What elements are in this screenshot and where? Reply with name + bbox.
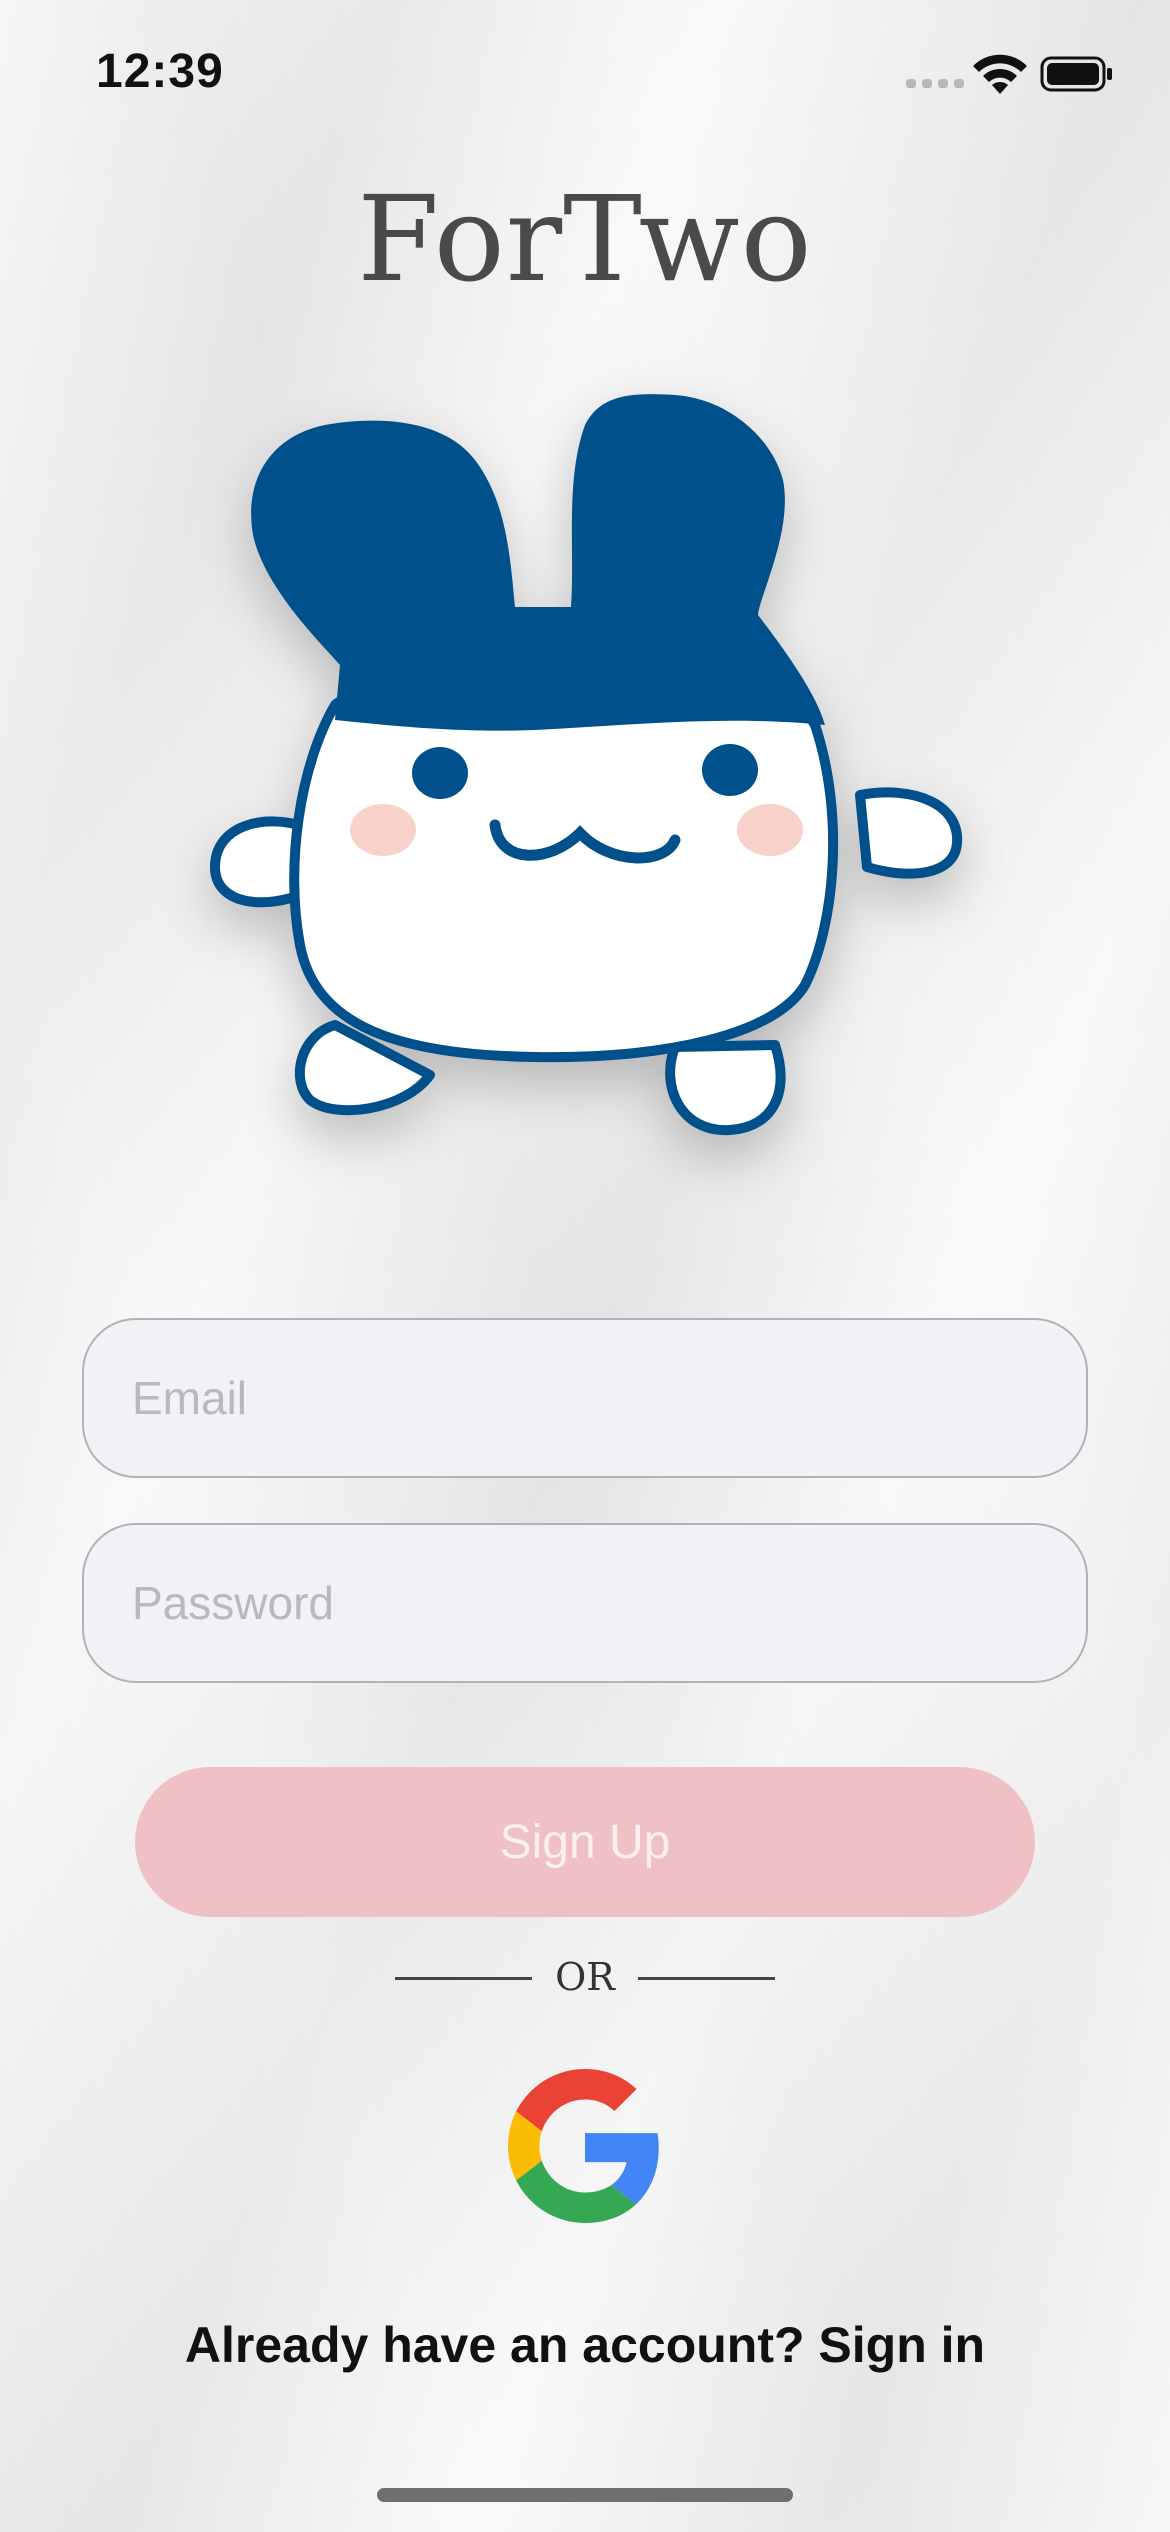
sign-in-link[interactable]: Already have an account? Sign in	[0, 2316, 1170, 2374]
battery-icon	[1040, 56, 1112, 92]
or-divider: OR	[395, 1952, 775, 2002]
wifi-icon	[973, 54, 1027, 94]
mascot-illustration	[210, 394, 963, 1136]
app-title: ForTwo	[357, 170, 813, 308]
signal-icon	[906, 79, 964, 88]
sign-up-button[interactable]: Sign Up	[135, 1767, 1035, 1917]
status-time: 12:39	[96, 45, 224, 98]
status-bar: 12:39	[0, 0, 1170, 140]
email-field[interactable]	[82, 1318, 1088, 1478]
google-icon[interactable]	[508, 2069, 662, 2223]
home-indicator[interactable]	[377, 2488, 793, 2502]
password-field[interactable]	[82, 1523, 1088, 1683]
divider-line-right	[638, 1977, 775, 1980]
